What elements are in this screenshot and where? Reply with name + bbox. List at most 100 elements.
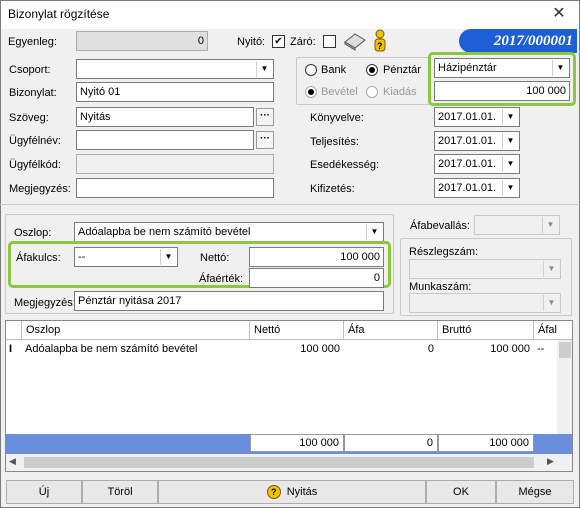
afabevallas-select[interactable]: ▼ xyxy=(474,215,560,235)
total-brutto: 100 000 xyxy=(438,434,534,452)
penztar-select-value: Házipénztár xyxy=(438,62,497,74)
afaertek-input[interactable]: 0 xyxy=(249,268,384,288)
item-megjegyzes-input[interactable]: Pénztár nyitása 2017 xyxy=(74,291,384,311)
oszlop-select[interactable]: Adóalapba be nem számító bevétel ▼ xyxy=(74,222,384,242)
book-icon[interactable] xyxy=(343,30,367,52)
cancel-button[interactable]: Mégse xyxy=(496,480,574,504)
table-header-marker xyxy=(6,321,22,339)
oszlop-label: Oszlop: xyxy=(14,227,52,239)
table-row[interactable]: I Adóalapba be nem számító bevétel 100 0… xyxy=(6,340,557,358)
afakulcs-label: Áfakulcs: xyxy=(16,252,61,264)
penztar-radio[interactable] xyxy=(366,64,378,76)
munkaszam-label: Munkaszám: xyxy=(409,281,472,293)
bank-radio[interactable] xyxy=(305,64,317,76)
nyitas-button[interactable]: ? Nyitás xyxy=(158,480,426,504)
scrollbar-thumb[interactable] xyxy=(559,342,571,358)
title-bar: Bizonylat rögzítése ✕ xyxy=(1,1,579,29)
row-afal: -- xyxy=(537,343,545,355)
nyito-label: Nyitó: xyxy=(237,36,266,48)
chevron-down-icon: ▼ xyxy=(543,261,559,277)
table-header-oszlop[interactable]: Oszlop xyxy=(22,321,250,339)
close-icon[interactable]: ✕ xyxy=(545,3,573,25)
egyenleg-label: Egyenleg: xyxy=(8,36,57,48)
konyvelve-date-value: 2017.01.01. xyxy=(438,111,497,123)
scroll-left-icon[interactable]: ◀ xyxy=(9,456,16,467)
bank-label: Bank xyxy=(321,64,347,76)
megjegyzes-input[interactable] xyxy=(76,178,274,198)
chevron-down-icon: ▼ xyxy=(160,249,176,265)
bevetel-label: Bevétel xyxy=(321,86,358,98)
chevron-down-icon: ▼ xyxy=(552,60,568,76)
bevetel-radio[interactable] xyxy=(305,86,317,98)
munkaszam-select[interactable]: ▼ xyxy=(409,293,561,313)
teljesites-date-value: 2017.01.01. xyxy=(438,135,497,147)
table-header-netto[interactable]: Nettó xyxy=(250,321,344,339)
csoport-select[interactable]: ▼ xyxy=(76,59,274,79)
zaro-checkbox[interactable] xyxy=(323,35,336,48)
row-brutto: 100 000 xyxy=(490,343,530,355)
konyvelve-date[interactable]: 2017.01.01. ▼ xyxy=(434,107,520,127)
table-header-afal[interactable]: Áfal xyxy=(534,321,572,339)
teljesites-label: Teljesítés: xyxy=(310,136,359,148)
help-icon[interactable]: ? xyxy=(372,29,388,53)
chevron-down-icon: ▼ xyxy=(502,180,518,196)
chevron-down-icon: ▼ xyxy=(256,61,272,77)
nyito-checkbox[interactable]: ✔ xyxy=(272,35,285,48)
chevron-down-icon: ▼ xyxy=(502,109,518,125)
csoport-label: Csoport: xyxy=(9,64,51,76)
megjegyzes-label: Megjegyzés: xyxy=(9,183,71,195)
afakulcs-select[interactable]: -- ▼ xyxy=(74,247,178,267)
ugyfelnev-input[interactable] xyxy=(76,130,254,150)
hscroll-thumb[interactable] xyxy=(24,457,534,468)
chevron-down-icon: ▼ xyxy=(502,156,518,172)
afabevallas-label: Áfabevallás: xyxy=(410,220,470,232)
kiadas-radio[interactable] xyxy=(366,86,378,98)
afakulcs-select-value: -- xyxy=(78,251,86,263)
chevron-down-icon: ▼ xyxy=(542,217,558,233)
new-button[interactable]: Új xyxy=(6,480,82,504)
total-afa: 0 xyxy=(344,434,438,452)
reszlegszam-select[interactable]: ▼ xyxy=(409,259,561,279)
penztar-select[interactable]: Házipénztár ▼ xyxy=(434,58,570,78)
netto-label: Nettó: xyxy=(200,252,230,264)
amount-input[interactable]: 100 000 xyxy=(434,81,570,101)
total-netto: 100 000 xyxy=(250,434,344,452)
ugyfelnev-browse-button[interactable]: ··· xyxy=(256,131,274,149)
help-icon: ? xyxy=(266,485,281,500)
table-header-brutto[interactable]: Bruttó xyxy=(438,321,534,339)
vertical-scrollbar[interactable] xyxy=(557,340,572,434)
svg-text:?: ? xyxy=(377,41,383,51)
oszlop-select-value: Adóalapba be nem számító bevétel xyxy=(78,226,251,238)
konyvelve-label: Könyvelve: xyxy=(310,112,364,124)
kifizetes-label: Kifizetés: xyxy=(310,183,355,195)
chevron-down-icon: ▼ xyxy=(543,295,559,311)
kiadas-label: Kiadás xyxy=(383,86,417,98)
reszlegszam-label: Részlegszám: xyxy=(409,246,479,258)
szoveg-input[interactable]: Nyitás xyxy=(76,107,254,127)
netto-input[interactable]: 100 000 xyxy=(249,247,384,267)
delete-button[interactable]: Töröl xyxy=(82,480,158,504)
kifizetes-date[interactable]: 2017.01.01. ▼ xyxy=(434,178,520,198)
penztar-label: Pénztár xyxy=(383,64,421,76)
esedekesseg-date[interactable]: 2017.01.01. ▼ xyxy=(434,154,520,174)
zaro-label: Záró: xyxy=(290,36,316,48)
esedekesseg-label: Esedékesség: xyxy=(310,159,380,171)
scroll-right-icon[interactable]: ▶ xyxy=(547,456,554,467)
szoveg-browse-button[interactable]: ··· xyxy=(256,108,274,126)
item-megjegyzes-label: Megjegyzés: xyxy=(14,297,76,309)
ok-button[interactable]: OK xyxy=(426,480,496,504)
esedekesseg-date-value: 2017.01.01. xyxy=(438,158,497,170)
row-afa: 0 xyxy=(427,343,434,355)
divider xyxy=(0,204,580,205)
window-title: Bizonylat rögzítése xyxy=(8,7,110,21)
egyenleg-field: 0 xyxy=(76,31,208,51)
bizonylat-label: Bizonylat: xyxy=(9,87,57,99)
table-header-afa[interactable]: Áfa xyxy=(344,321,438,339)
szoveg-label: Szöveg: xyxy=(9,112,49,124)
chevron-down-icon: ▼ xyxy=(502,133,518,149)
horizontal-scrollbar[interactable]: ◀ ▶ xyxy=(6,454,572,471)
document-number: 2017/000001 xyxy=(459,29,577,53)
teljesites-date[interactable]: 2017.01.01. ▼ xyxy=(434,131,520,151)
row-netto: 100 000 xyxy=(300,343,340,355)
bizonylat-input[interactable]: Nyitó 01 xyxy=(76,82,274,102)
